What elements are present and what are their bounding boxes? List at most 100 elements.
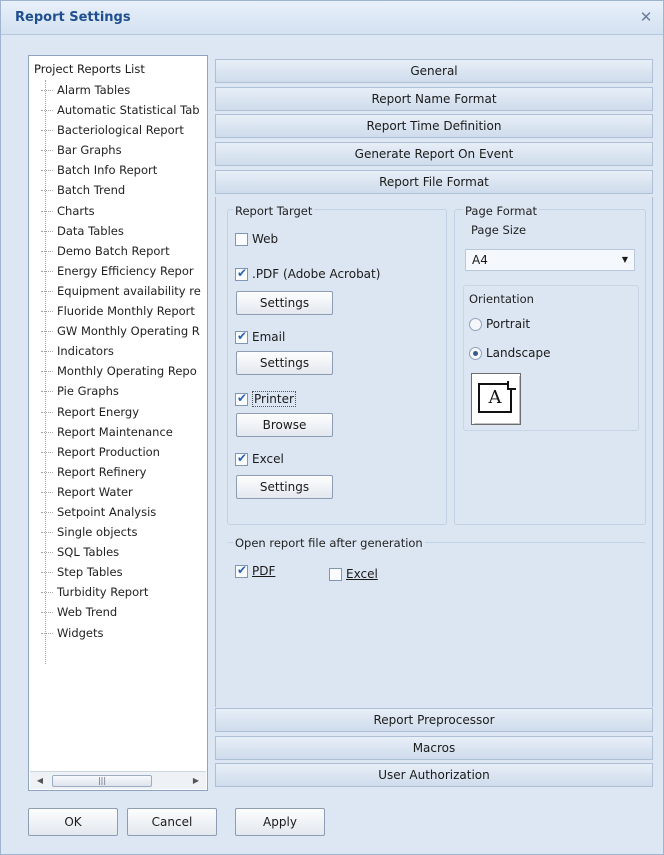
tree-item[interactable]: Fluoride Monthly Report xyxy=(41,301,207,321)
tree-item[interactable]: Bacteriological Report xyxy=(41,120,207,140)
email-settings-button[interactable]: Settings xyxy=(236,351,333,375)
scroll-right-arrow-icon[interactable]: ▶ xyxy=(188,773,204,789)
section-generate-report-on-event[interactable]: Generate Report On Event xyxy=(215,142,653,166)
portrait-radio-dot[interactable] xyxy=(469,317,482,331)
tree-root-label[interactable]: Project Reports List xyxy=(34,62,145,76)
apply-button[interactable]: Apply xyxy=(235,808,325,836)
tree-item[interactable]: Report Production xyxy=(41,442,207,462)
dialog-title: Report Settings xyxy=(15,10,131,25)
tree-item-label: Setpoint Analysis xyxy=(57,504,157,519)
tree-item[interactable]: Report Water xyxy=(41,482,207,502)
tree-item-label: Single objects xyxy=(57,525,138,540)
tree-branch-line xyxy=(41,311,53,313)
excel-checkbox[interactable]: Excel xyxy=(235,451,284,466)
tree-item[interactable]: Report Refinery xyxy=(41,462,207,482)
tree-item-label: Report Refinery xyxy=(57,464,147,479)
tree-item-label: Batch Trend xyxy=(57,183,126,198)
tree-item[interactable]: Alarm Tables xyxy=(41,80,207,100)
cancel-button[interactable]: Cancel xyxy=(127,808,217,836)
tree-branch-line xyxy=(41,572,53,574)
printer-browse-button[interactable]: Browse xyxy=(236,413,333,437)
tree-item[interactable]: Report Maintenance xyxy=(41,422,207,442)
tree-branch-line xyxy=(41,371,53,373)
tree-item-label: Step Tables xyxy=(57,565,123,580)
web-checkbox-box[interactable] xyxy=(235,232,248,246)
tree-item[interactable]: Charts xyxy=(41,201,207,221)
ok-button[interactable]: OK xyxy=(28,808,118,836)
section-report-file-format[interactable]: Report File Format xyxy=(215,170,653,194)
tree-item[interactable]: Bar Graphs xyxy=(41,140,207,160)
printer-checkbox-box[interactable] xyxy=(235,391,248,406)
tree-item[interactable]: Step Tables xyxy=(41,562,207,582)
pdf-settings-button[interactable]: Settings xyxy=(236,291,333,315)
landscape-radio-dot[interactable] xyxy=(469,346,482,360)
project-reports-tree[interactable]: Project Reports List Alarm Tables Automat… xyxy=(28,55,208,791)
email-checkbox[interactable]: Email xyxy=(235,329,285,344)
tree-item-label: Demo Batch Report xyxy=(57,243,170,258)
tree-item[interactable]: Batch Trend xyxy=(41,180,207,200)
tree-branch-line xyxy=(41,250,53,252)
tree-item[interactable]: GW Monthly Operating R xyxy=(41,321,207,341)
tree-item-label: Report Maintenance xyxy=(57,424,173,439)
tree-item[interactable]: Report Energy xyxy=(41,402,207,422)
tree-item-label: Equipment availability re xyxy=(57,283,201,298)
tree-item[interactable]: Turbidity Report xyxy=(41,582,207,602)
portrait-radio[interactable]: Portrait xyxy=(469,317,530,331)
tree-item-label: Report Water xyxy=(57,484,133,499)
landscape-radio[interactable]: Landscape xyxy=(469,346,550,360)
email-checkbox-box[interactable] xyxy=(235,329,248,344)
tree-branch-line xyxy=(41,351,53,353)
tree-item[interactable]: Demo Batch Report xyxy=(41,241,207,261)
tree-item-label: Pie Graphs xyxy=(57,384,119,399)
scroll-left-arrow-icon[interactable]: ◀ xyxy=(32,773,48,789)
tree-item[interactable]: Equipment availability re xyxy=(41,281,207,301)
tree-item[interactable]: Indicators xyxy=(41,341,207,361)
tree-branch-line xyxy=(41,230,53,232)
section-report-name-format[interactable]: Report Name Format xyxy=(215,87,653,111)
web-checkbox[interactable]: Web xyxy=(235,232,278,246)
tree-item[interactable]: Setpoint Analysis xyxy=(41,502,207,522)
section-general[interactable]: General xyxy=(215,59,653,83)
page-format-label: Page Format xyxy=(463,204,540,218)
tree-item-label: GW Monthly Operating R xyxy=(57,324,200,339)
open-excel-checkbox[interactable]: Excel xyxy=(329,567,378,581)
section-user-authorization[interactable]: User Authorization xyxy=(215,763,653,787)
section-report-time-definition[interactable]: Report Time Definition xyxy=(215,114,653,138)
tree-items: Alarm Tables Automatic Statistical Tab Bac… xyxy=(41,80,207,680)
excel-checkbox-box[interactable] xyxy=(235,451,248,466)
tree-item[interactable]: Monthly Operating Repo xyxy=(41,361,207,381)
tree-item-label: Energy Efficiency Repor xyxy=(57,263,194,278)
page-size-select[interactable]: A4 ▼ xyxy=(465,249,635,271)
tree-item[interactable]: Widgets xyxy=(41,623,207,643)
tree-branch-line xyxy=(41,552,53,554)
open-pdf-checkbox-box[interactable] xyxy=(235,563,248,578)
tree-branch-line xyxy=(41,270,53,272)
tree-item-label: Widgets xyxy=(57,625,104,640)
excel-settings-button[interactable]: Settings xyxy=(236,475,333,499)
pdf-checkbox-box[interactable] xyxy=(235,266,248,281)
tree-item[interactable]: Automatic Statistical Tab xyxy=(41,100,207,120)
tree-item[interactable]: Pie Graphs xyxy=(41,381,207,401)
tree-item-label: Fluoride Monthly Report xyxy=(57,304,195,319)
tree-item[interactable]: Data Tables xyxy=(41,221,207,241)
tree-item[interactable]: SQL Tables xyxy=(41,542,207,562)
scroll-thumb[interactable]: ||| xyxy=(52,775,152,787)
tree-branch-line xyxy=(41,632,53,634)
dropdown-arrow-icon[interactable]: ▼ xyxy=(622,250,628,270)
horizontal-scrollbar[interactable]: ◀ ||| ▶ xyxy=(30,771,206,789)
printer-checkbox[interactable]: Printer xyxy=(235,391,296,407)
tree-item[interactable]: Batch Info Report xyxy=(41,160,207,180)
tree-branch-line xyxy=(41,130,53,132)
tree-branch-line xyxy=(41,471,53,473)
open-pdf-checkbox[interactable]: PDF xyxy=(235,563,275,578)
orientation-preview-icon: A xyxy=(471,373,521,425)
open-excel-checkbox-box[interactable] xyxy=(329,567,342,581)
section-report-preprocessor[interactable]: Report Preprocessor xyxy=(215,708,653,732)
tree-item[interactable]: Single objects xyxy=(41,522,207,542)
tree-item-label: Data Tables xyxy=(57,223,124,238)
section-macros[interactable]: Macros xyxy=(215,736,653,760)
pdf-checkbox[interactable]: .PDF (Adobe Acrobat) xyxy=(235,266,380,281)
close-icon[interactable]: ✕ xyxy=(637,8,655,26)
tree-item[interactable]: Web Trend xyxy=(41,602,207,622)
tree-item[interactable]: Energy Efficiency Repor xyxy=(41,261,207,281)
